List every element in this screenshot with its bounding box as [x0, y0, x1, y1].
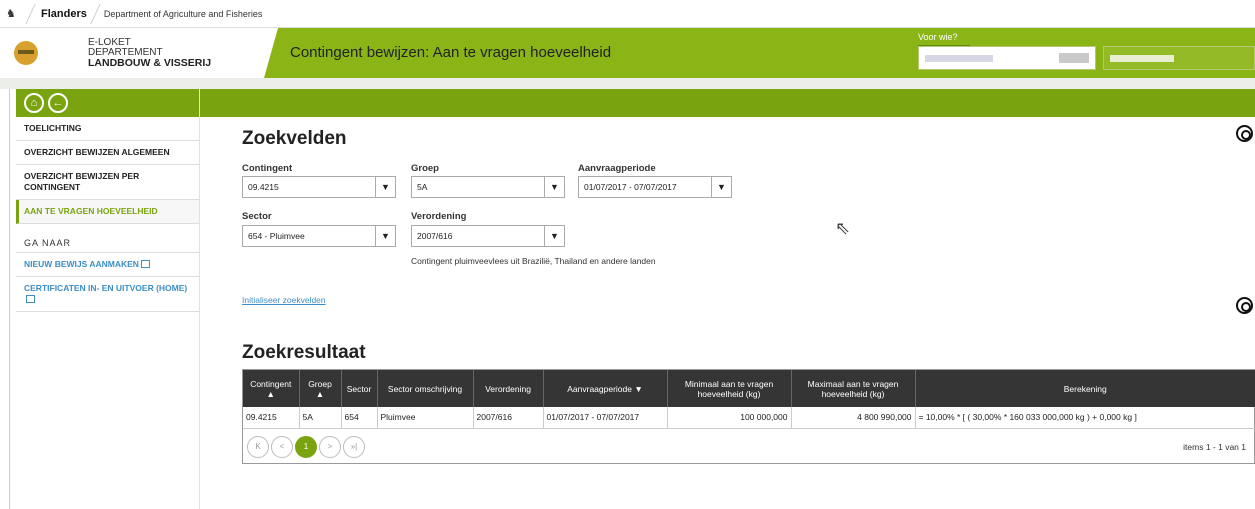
contingent-description: Contingent pluimveevlees uit Brazilië, T…: [411, 256, 656, 266]
sector-label: Sector: [242, 211, 272, 222]
divider: [25, 3, 36, 24]
sidebar-toolbar: ⌂ ←: [16, 89, 199, 117]
table-row[interactable]: 09.4215 5A 654 Pluimvee 2007/616 01/07/2…: [243, 407, 1255, 429]
chevron-down-icon: ▼: [375, 226, 395, 246]
flanders-lion-icon: ♞: [6, 7, 16, 20]
col-minimaal[interactable]: Minimaal aan te vragen hoeveelheid (kg): [667, 370, 792, 407]
cell-berekening: = 10,00% * [ ( 30,00% * 160 033 000,000 …: [915, 407, 1255, 429]
col-maximaal[interactable]: Maximaal aan te vragen hoeveelheid (kg): [791, 370, 916, 407]
next-page-button[interactable]: >: [319, 435, 341, 458]
periode-value: 01/07/2017 - 07/07/2017: [584, 182, 677, 192]
chevron-down-icon: ▼: [544, 226, 564, 246]
left-border: [9, 89, 10, 509]
prev-page-button[interactable]: <: [271, 435, 293, 458]
redacted-value: [925, 55, 993, 62]
col-aanvraagperiode[interactable]: Aanvraagperiode ▼: [543, 370, 668, 407]
col-berekening[interactable]: Berekening: [915, 370, 1255, 407]
results-grid: Contingent ▲ Groep ▲ Sector Sector omsch…: [242, 369, 1255, 464]
brand-text: E-LOKET DEPARTEMENT LANDBOUW & VISSERIJ: [88, 36, 212, 69]
groep-value: 5A: [417, 182, 428, 192]
brand-line-3: LANDBOUW & VISSERIJ: [88, 56, 212, 69]
logo-icon: [14, 41, 38, 65]
header-stripe: [0, 78, 1255, 89]
link-certificaten[interactable]: CERTIFICATEN IN- EN UITVOER (HOME): [16, 277, 199, 312]
col-contingent[interactable]: Contingent ▲: [243, 370, 300, 407]
search-icon[interactable]: [1236, 297, 1253, 314]
sidebar: ⌂ ← TOELICHTING OVERZICHT BEWIJZEN ALGEM…: [16, 89, 200, 509]
app-header: E-LOKET DEPARTEMENT LANDBOUW & VISSERIJ …: [0, 28, 1255, 78]
mouse-cursor-icon: ⇖: [835, 218, 851, 238]
chevron-down-icon: ▼: [544, 177, 564, 197]
external-link-icon: [26, 295, 35, 303]
groep-select[interactable]: 5A ▼: [411, 176, 565, 198]
voor-wie-label: Voor wie?: [918, 32, 958, 42]
link-nieuw-bewijs[interactable]: NIEUW BEWIJS AANMAKEN: [16, 253, 199, 277]
last-page-button[interactable]: »|: [343, 435, 365, 458]
contingent-label: Contingent: [242, 163, 293, 174]
periode-label: Aanvraagperiode: [578, 163, 656, 174]
search-toggle-icon[interactable]: [1236, 125, 1253, 142]
table-header-row: Contingent ▲ Groep ▲ Sector Sector omsch…: [243, 370, 1255, 407]
cell-periode: 01/07/2017 - 07/07/2017: [543, 407, 668, 429]
results-table: Contingent ▲ Groep ▲ Sector Sector omsch…: [243, 370, 1255, 429]
verordening-select[interactable]: 2007/616 ▼: [411, 225, 565, 247]
cell-sector: 654: [341, 407, 378, 429]
divider: [90, 3, 101, 24]
brand-block[interactable]: E-LOKET DEPARTEMENT LANDBOUW & VISSERIJ: [0, 28, 278, 78]
user-select[interactable]: [1103, 46, 1255, 70]
external-link-icon: [140, 260, 150, 268]
back-arrow-icon[interactable]: ←: [48, 93, 68, 113]
brand-line-1: E-LOKET: [88, 36, 131, 48]
sidebar-item-aan-te-vragen[interactable]: AAN TE VRAGEN HOEVEELHEID: [16, 200, 199, 224]
department-label: Department of Agriculture and Fisheries: [103, 8, 263, 19]
flanders-label[interactable]: Flanders: [41, 8, 87, 20]
ga-naar-heading: GA NAAR: [16, 224, 199, 253]
redacted-value: [1059, 53, 1089, 63]
cell-maximaal: 4 800 990,000: [791, 407, 916, 429]
link-label: CERTIFICATEN IN- EN UITVOER (HOME): [24, 283, 188, 293]
verordening-label: Verordening: [411, 211, 467, 222]
first-page-button[interactable]: K: [247, 435, 269, 458]
verordening-value: 2007/616: [417, 231, 453, 241]
contingent-select[interactable]: 09.4215 ▼: [242, 176, 396, 198]
top-bar: ♞ Flanders Department of Agriculture and…: [0, 0, 1255, 28]
groep-label: Groep: [411, 163, 439, 174]
home-icon[interactable]: ⌂: [24, 93, 44, 113]
chevron-down-icon: ▼: [375, 177, 395, 197]
cell-omschrijving: Pluimvee: [377, 407, 474, 429]
col-sector[interactable]: Sector: [341, 370, 378, 407]
voor-wie-select[interactable]: [918, 46, 1096, 70]
sidebar-item-toelichting[interactable]: TOELICHTING: [16, 117, 199, 141]
redacted-value: [1110, 55, 1174, 62]
sector-value: 654 - Pluimvee: [248, 231, 305, 241]
search-title: Zoekvelden: [242, 128, 347, 149]
col-groep[interactable]: Groep ▲: [299, 370, 342, 407]
page-title: Contingent bewijzen: Aan te vragen hoeve…: [290, 44, 612, 61]
sidebar-item-overzicht-algemeen[interactable]: OVERZICHT BEWIJZEN ALGEMEEN: [16, 141, 199, 165]
cell-contingent: 09.4215: [243, 407, 300, 429]
sidebar-item-overzicht-per-contingent[interactable]: OVERZICHT BEWIJZEN PER CONTINGENT: [16, 165, 199, 200]
cell-groep: 5A: [299, 407, 342, 429]
cell-minimaal: 100 000,000: [667, 407, 792, 429]
col-verordening[interactable]: Verordening: [473, 370, 544, 407]
results-title: Zoekresultaat: [242, 342, 366, 363]
contingent-value: 09.4215: [248, 182, 279, 192]
page-1-button[interactable]: 1: [295, 435, 317, 458]
reset-search-link[interactable]: Initialiseer zoekvelden: [242, 295, 326, 305]
link-label: NIEUW BEWIJS AANMAKEN: [24, 259, 139, 269]
col-sector-omschrijving[interactable]: Sector omschrijving: [377, 370, 474, 407]
sector-select[interactable]: 654 - Pluimvee ▼: [242, 225, 396, 247]
items-count: items 1 - 1 van 1: [1183, 442, 1246, 452]
cell-verordening: 2007/616: [473, 407, 544, 429]
chevron-down-icon: ▼: [711, 177, 731, 197]
periode-select[interactable]: 01/07/2017 - 07/07/2017 ▼: [578, 176, 732, 198]
pager: K < 1 > »| items 1 - 1 van 1: [243, 430, 1255, 463]
content-header-bar: [200, 89, 1255, 117]
